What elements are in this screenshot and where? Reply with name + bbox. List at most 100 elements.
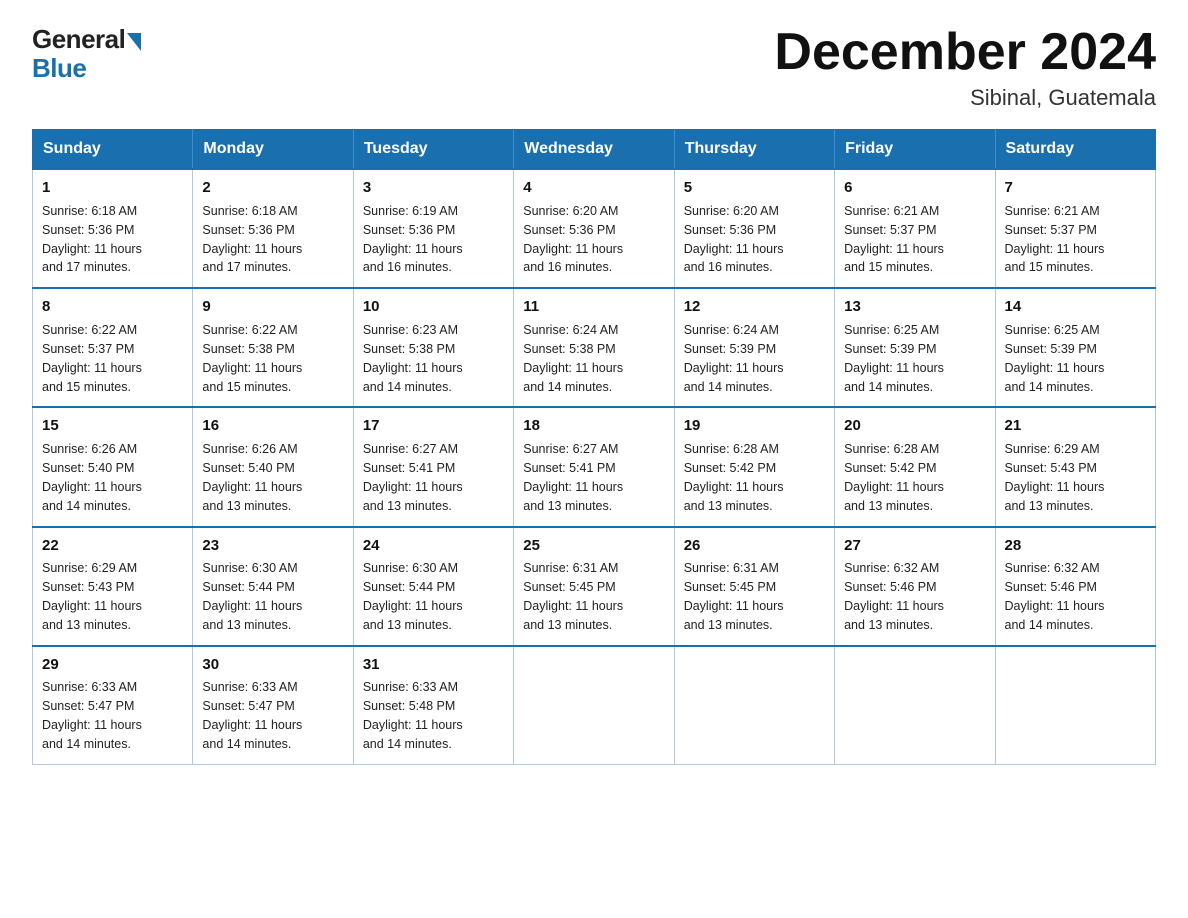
calendar-cell: 9 Sunrise: 6:22 AMSunset: 5:38 PMDaylight… xyxy=(193,288,353,407)
day-number: 21 xyxy=(1005,415,1146,437)
calendar-header-friday: Friday xyxy=(835,130,995,170)
calendar-cell: 31 Sunrise: 6:33 AMSunset: 5:48 PMDayligh… xyxy=(353,646,513,765)
day-info: Sunrise: 6:28 AMSunset: 5:42 PMDaylight:… xyxy=(684,442,784,513)
calendar-cell: 20 Sunrise: 6:28 AMSunset: 5:42 PMDayligh… xyxy=(835,407,995,526)
day-number: 19 xyxy=(684,415,825,437)
subtitle: Sibinal, Guatemala xyxy=(774,85,1156,111)
day-info: Sunrise: 6:26 AMSunset: 5:40 PMDaylight:… xyxy=(42,442,142,513)
day-number: 10 xyxy=(363,296,504,318)
calendar-cell xyxy=(514,646,674,765)
day-info: Sunrise: 6:32 AMSunset: 5:46 PMDaylight:… xyxy=(844,561,944,632)
day-info: Sunrise: 6:18 AMSunset: 5:36 PMDaylight:… xyxy=(202,204,302,275)
calendar-cell: 6Sunrise: 6:21 AMSunset: 5:37 PMDaylight… xyxy=(835,169,995,288)
calendar-cell: 3 Sunrise: 6:19 AMSunset: 5:36 PMDaylight… xyxy=(353,169,513,288)
calendar-header-tuesday: Tuesday xyxy=(353,130,513,170)
day-number: 25 xyxy=(523,535,664,557)
day-number: 7 xyxy=(1005,177,1146,199)
calendar-cell: 23Sunrise: 6:30 AMSunset: 5:44 PMDayligh… xyxy=(193,527,353,646)
calendar-cell: 19 Sunrise: 6:28 AMSunset: 5:42 PMDayligh… xyxy=(674,407,834,526)
calendar-cell: 27 Sunrise: 6:32 AMSunset: 5:46 PMDayligh… xyxy=(835,527,995,646)
calendar-cell: 11 Sunrise: 6:24 AMSunset: 5:38 PMDayligh… xyxy=(514,288,674,407)
day-number: 20 xyxy=(844,415,985,437)
day-number: 26 xyxy=(684,535,825,557)
day-info: Sunrise: 6:22 AMSunset: 5:38 PMDaylight:… xyxy=(202,323,302,394)
calendar-cell: 5 Sunrise: 6:20 AMSunset: 5:36 PMDaylight… xyxy=(674,169,834,288)
calendar-header-wednesday: Wednesday xyxy=(514,130,674,170)
day-number: 14 xyxy=(1005,296,1146,318)
calendar-cell: 1 Sunrise: 6:18 AMSunset: 5:36 PMDaylight… xyxy=(33,169,193,288)
day-info: Sunrise: 6:22 AMSunset: 5:37 PMDaylight:… xyxy=(42,323,142,394)
day-number: 18 xyxy=(523,415,664,437)
calendar-cell: 24 Sunrise: 6:30 AMSunset: 5:44 PMDayligh… xyxy=(353,527,513,646)
day-info: Sunrise: 6:24 AMSunset: 5:39 PMDaylight:… xyxy=(684,323,784,394)
day-info: Sunrise: 6:18 AMSunset: 5:36 PMDaylight:… xyxy=(42,204,142,275)
calendar-week-3: 15 Sunrise: 6:26 AMSunset: 5:40 PMDayligh… xyxy=(33,407,1156,526)
day-number: 28 xyxy=(1005,535,1146,557)
day-info: Sunrise: 6:33 AMSunset: 5:48 PMDaylight:… xyxy=(363,680,463,751)
day-info: Sunrise: 6:27 AMSunset: 5:41 PMDaylight:… xyxy=(523,442,623,513)
day-number: 31 xyxy=(363,654,504,676)
day-number: 8 xyxy=(42,296,183,318)
day-info: Sunrise: 6:25 AMSunset: 5:39 PMDaylight:… xyxy=(1005,323,1105,394)
day-number: 2 xyxy=(202,177,343,199)
calendar-cell xyxy=(835,646,995,765)
calendar-cell: 25 Sunrise: 6:31 AMSunset: 5:45 PMDayligh… xyxy=(514,527,674,646)
day-info: Sunrise: 6:19 AMSunset: 5:36 PMDaylight:… xyxy=(363,204,463,275)
calendar-header-thursday: Thursday xyxy=(674,130,834,170)
calendar-cell: 13 Sunrise: 6:25 AMSunset: 5:39 PMDayligh… xyxy=(835,288,995,407)
calendar-header-sunday: Sunday xyxy=(33,130,193,170)
calendar-cell: 17 Sunrise: 6:27 AMSunset: 5:41 PMDayligh… xyxy=(353,407,513,526)
calendar-cell: 2 Sunrise: 6:18 AMSunset: 5:36 PMDaylight… xyxy=(193,169,353,288)
day-info: Sunrise: 6:28 AMSunset: 5:42 PMDaylight:… xyxy=(844,442,944,513)
day-number: 9 xyxy=(202,296,343,318)
calendar-header-monday: Monday xyxy=(193,130,353,170)
day-info: Sunrise: 6:31 AMSunset: 5:45 PMDaylight:… xyxy=(523,561,623,632)
main-title: December 2024 xyxy=(774,24,1156,81)
day-number: 15 xyxy=(42,415,183,437)
day-number: 13 xyxy=(844,296,985,318)
day-info: Sunrise: 6:33 AMSunset: 5:47 PMDaylight:… xyxy=(42,680,142,751)
day-number: 17 xyxy=(363,415,504,437)
calendar-week-4: 22Sunrise: 6:29 AMSunset: 5:43 PMDayligh… xyxy=(33,527,1156,646)
day-number: 4 xyxy=(523,177,664,199)
calendar-cell: 28 Sunrise: 6:32 AMSunset: 5:46 PMDayligh… xyxy=(995,527,1155,646)
calendar-cell: 4Sunrise: 6:20 AMSunset: 5:36 PMDaylight… xyxy=(514,169,674,288)
calendar-cell: 14 Sunrise: 6:25 AMSunset: 5:39 PMDayligh… xyxy=(995,288,1155,407)
logo: General Blue xyxy=(32,24,141,84)
calendar-week-2: 8 Sunrise: 6:22 AMSunset: 5:37 PMDaylight… xyxy=(33,288,1156,407)
calendar-week-1: 1 Sunrise: 6:18 AMSunset: 5:36 PMDaylight… xyxy=(33,169,1156,288)
calendar-cell: 16Sunrise: 6:26 AMSunset: 5:40 PMDayligh… xyxy=(193,407,353,526)
day-info: Sunrise: 6:27 AMSunset: 5:41 PMDaylight:… xyxy=(363,442,463,513)
day-info: Sunrise: 6:30 AMSunset: 5:44 PMDaylight:… xyxy=(363,561,463,632)
calendar-cell: 21 Sunrise: 6:29 AMSunset: 5:43 PMDayligh… xyxy=(995,407,1155,526)
day-info: Sunrise: 6:24 AMSunset: 5:38 PMDaylight:… xyxy=(523,323,623,394)
day-info: Sunrise: 6:29 AMSunset: 5:43 PMDaylight:… xyxy=(1005,442,1105,513)
day-info: Sunrise: 6:21 AMSunset: 5:37 PMDaylight:… xyxy=(844,204,944,275)
day-number: 24 xyxy=(363,535,504,557)
calendar-cell: 8 Sunrise: 6:22 AMSunset: 5:37 PMDaylight… xyxy=(33,288,193,407)
calendar-header-saturday: Saturday xyxy=(995,130,1155,170)
day-info: Sunrise: 6:26 AMSunset: 5:40 PMDaylight:… xyxy=(202,442,302,513)
day-info: Sunrise: 6:23 AMSunset: 5:38 PMDaylight:… xyxy=(363,323,463,394)
day-number: 22 xyxy=(42,535,183,557)
day-number: 29 xyxy=(42,654,183,676)
logo-blue-text: Blue xyxy=(32,53,86,84)
day-info: Sunrise: 6:25 AMSunset: 5:39 PMDaylight:… xyxy=(844,323,944,394)
logo-general-text: General xyxy=(32,24,125,55)
calendar-cell: 26 Sunrise: 6:31 AMSunset: 5:45 PMDayligh… xyxy=(674,527,834,646)
day-number: 11 xyxy=(523,296,664,318)
day-number: 3 xyxy=(363,177,504,199)
title-block: December 2024 Sibinal, Guatemala xyxy=(774,24,1156,111)
calendar-cell: 12 Sunrise: 6:24 AMSunset: 5:39 PMDayligh… xyxy=(674,288,834,407)
day-info: Sunrise: 6:20 AMSunset: 5:36 PMDaylight:… xyxy=(684,204,784,275)
day-number: 12 xyxy=(684,296,825,318)
calendar-cell: 18 Sunrise: 6:27 AMSunset: 5:41 PMDayligh… xyxy=(514,407,674,526)
day-number: 1 xyxy=(42,177,183,199)
day-number: 5 xyxy=(684,177,825,199)
day-info: Sunrise: 6:30 AMSunset: 5:44 PMDaylight:… xyxy=(202,561,302,632)
day-info: Sunrise: 6:31 AMSunset: 5:45 PMDaylight:… xyxy=(684,561,784,632)
calendar-table: SundayMondayTuesdayWednesdayThursdayFrid… xyxy=(32,129,1156,765)
calendar-cell: 7Sunrise: 6:21 AMSunset: 5:37 PMDaylight… xyxy=(995,169,1155,288)
day-info: Sunrise: 6:32 AMSunset: 5:46 PMDaylight:… xyxy=(1005,561,1105,632)
day-number: 27 xyxy=(844,535,985,557)
